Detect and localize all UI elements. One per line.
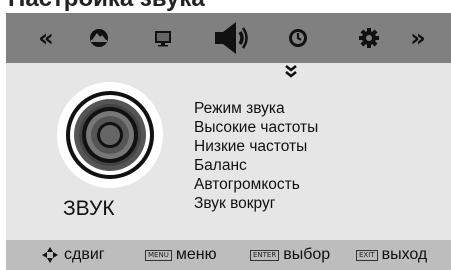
gear-icon (359, 28, 379, 48)
menu-item-surround-sound[interactable]: Звук вокруг (194, 194, 318, 213)
sound-icon (215, 22, 248, 54)
settings-tab[interactable] (356, 13, 382, 63)
previous-page-strip: Настройка звука (0, 0, 451, 12)
enter-key-badge: ENTER (250, 249, 280, 261)
previous-page-text-fragment: Настройка звука (8, 0, 205, 12)
page-title: ЗВУК (63, 197, 115, 220)
hint-move-label: сдвиг (64, 246, 105, 263)
tv-osd-screen: Настройка звука « (0, 0, 451, 270)
picture-tab[interactable] (86, 13, 112, 63)
hint-enter: ENTER выбор (250, 240, 330, 270)
arrows-icon (42, 247, 58, 263)
menu-item-auto-volume[interactable]: Автогромкость (194, 175, 318, 194)
hint-exit-label: выход (381, 246, 428, 263)
sound-tab[interactable] (211, 13, 255, 63)
menu-item-sound-mode[interactable]: Режим звука (194, 99, 318, 118)
next-page-icon: » (410, 24, 426, 52)
menu-toolbar: « » (6, 13, 451, 63)
hint-exit: EXIT выход (356, 240, 427, 270)
picture-icon (90, 29, 108, 47)
speaker-icon (57, 82, 163, 188)
next-page-button[interactable]: » (406, 13, 430, 63)
hint-menu-label: меню (175, 246, 217, 263)
screen-icon (155, 31, 171, 47)
menu-item-treble[interactable]: Высокие частоты (194, 118, 318, 137)
prev-page-icon: « (38, 24, 54, 52)
hint-menu: MENU меню (145, 240, 217, 270)
prev-page-button[interactable]: « (34, 13, 58, 63)
screen-tab[interactable] (150, 13, 176, 63)
exit-key-badge: EXIT (356, 249, 378, 261)
time-tab[interactable] (285, 13, 311, 63)
clock-icon (289, 29, 307, 47)
hint-move: сдвиг (40, 240, 105, 270)
key-hints-bar: сдвиг MENU меню ENTER выбор EXIT выход (6, 240, 451, 270)
scroll-down-chevron-icon (285, 64, 297, 78)
menu-item-balance[interactable]: Баланс (194, 156, 318, 175)
menu-item-bass[interactable]: Низкие частоты (194, 137, 318, 156)
sound-settings-list: Режим звука Высокие частоты Низкие часто… (194, 99, 318, 213)
hint-enter-label: выбор (283, 246, 331, 263)
menu-key-badge: MENU (145, 249, 172, 261)
